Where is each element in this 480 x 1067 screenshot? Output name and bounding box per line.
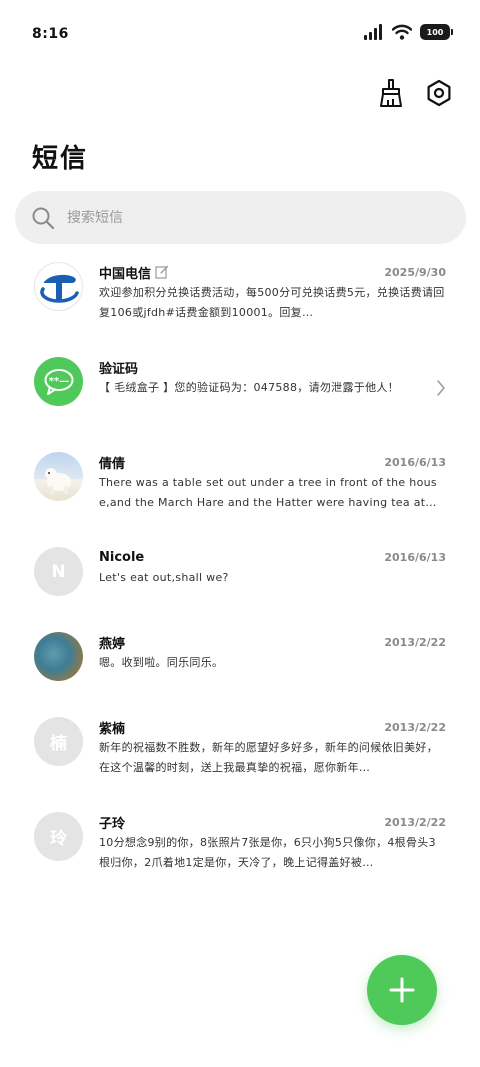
message-preview: 嗯。收到啦。同乐同乐。 xyxy=(99,656,224,669)
avatar-verification: **— xyxy=(34,357,83,406)
chat-bubble-icon: **— xyxy=(44,368,73,395)
message-preview: 10分想念9别的你，8张照片7张是你，6只小狗5只像你，4根骨头3根归你，2爪着… xyxy=(99,836,436,869)
status-time: 8:16 xyxy=(32,26,69,42)
sender-name: Nicole xyxy=(99,549,145,565)
avatar: N xyxy=(34,547,83,596)
edit-note-icon xyxy=(155,265,169,279)
message-preview: 【 毛绒盒子 】您的验证码为：047588，请勿泄露于他人！ xyxy=(99,381,399,394)
message-date: 2013/2/22 xyxy=(384,815,446,829)
list-item[interactable]: 倩倩 2016/6/13 There was a table set out u… xyxy=(0,452,480,537)
list-item[interactable]: 玲 子玲 2013/2/22 10分想念9别的你，8张照片7张是你，6只小狗5只… xyxy=(0,802,480,897)
broom-icon xyxy=(380,79,402,107)
status-icons: 100 xyxy=(364,24,453,40)
sender-name: 子玲 xyxy=(99,816,126,832)
svg-text:**—: **— xyxy=(48,376,68,387)
chevron-right-icon xyxy=(437,380,445,396)
message-list: 中国电信 2025/9/30 欢迎参加积分兑换话费活动，每500分可兑换话费5元… xyxy=(0,262,480,897)
list-item[interactable]: **— 验证码 【 毛绒盒子 】您的验证码为：047588，请勿泄露于他人！ xyxy=(0,357,480,452)
list-item[interactable]: N Nicole 2016/6/13 Let's eat out,shall w… xyxy=(0,537,480,622)
sender-name: 中国电信 xyxy=(99,266,152,282)
sender-name: 紫楠 xyxy=(99,721,126,737)
message-preview: 欢迎参加积分兑换话费活动，每500分可兑换话费5元，兑换话费请回复106或jfd… xyxy=(99,286,445,319)
avatar: 楠 xyxy=(34,717,83,766)
settings-icon xyxy=(427,79,451,107)
search-bar[interactable] xyxy=(15,191,466,244)
battery-indicator: 100 xyxy=(420,24,453,40)
search-icon xyxy=(32,207,55,229)
clean-button[interactable] xyxy=(376,78,406,108)
wifi-icon xyxy=(392,24,412,40)
list-item[interactable]: 中国电信 2025/9/30 欢迎参加积分兑换话费活动，每500分可兑换话费5元… xyxy=(0,262,480,357)
top-actions xyxy=(376,78,454,108)
compose-button[interactable] xyxy=(367,955,437,1025)
message-date: 2013/2/22 xyxy=(384,720,446,734)
china-telecom-logo-icon xyxy=(39,274,79,303)
message-date: 2025/9/30 xyxy=(384,265,446,279)
avatar-photo xyxy=(34,452,83,501)
page-title: 短信 xyxy=(32,144,89,174)
message-preview: Let's eat out,shall we? xyxy=(99,571,229,584)
status-bar: 8:16 100 xyxy=(0,0,480,68)
list-item[interactable]: 燕婷 2013/2/22 嗯。收到啦。同乐同乐。 xyxy=(0,622,480,707)
signal-icon xyxy=(364,24,382,40)
message-preview: There was a table set out under a tree i… xyxy=(99,476,437,509)
list-item[interactable]: 楠 紫楠 2013/2/22 新年的祝福数不胜数，新年的愿望好多好多，新年的问候… xyxy=(0,707,480,802)
avatar-china-telecom xyxy=(34,262,83,311)
search-input[interactable] xyxy=(67,209,427,226)
sender-name: 倩倩 xyxy=(99,456,126,472)
message-date: 2016/6/13 xyxy=(384,550,446,564)
message-preview: 新年的祝福数不胜数，新年的愿望好多好多，新年的问候依旧美好，在这个温馨的时刻，送… xyxy=(99,741,438,774)
avatar-photo xyxy=(34,632,83,681)
message-date: 2016/6/13 xyxy=(384,455,446,469)
message-date: 2013/2/22 xyxy=(384,635,446,649)
sender-name: 燕婷 xyxy=(99,636,126,652)
sender-name: 验证码 xyxy=(99,361,139,377)
polar-bear-photo-icon xyxy=(45,468,71,494)
settings-button[interactable] xyxy=(424,78,454,108)
avatar: 玲 xyxy=(34,812,83,861)
plus-icon xyxy=(389,977,415,1003)
